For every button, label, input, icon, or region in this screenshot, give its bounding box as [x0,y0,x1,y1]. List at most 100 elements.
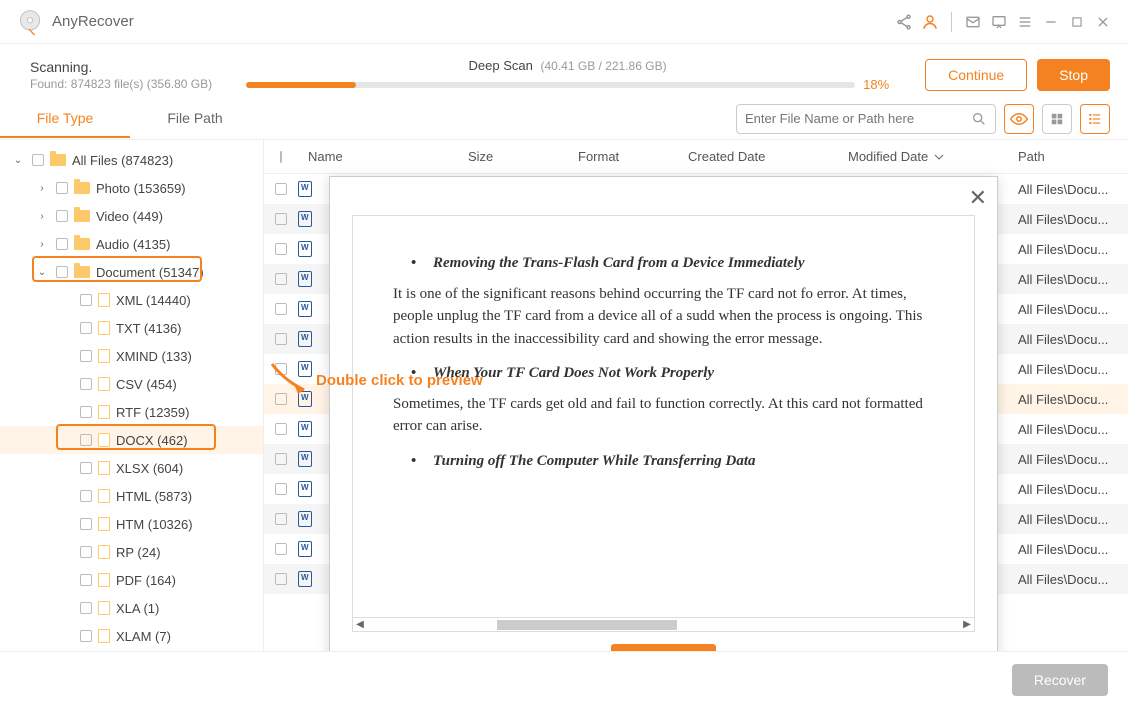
expand-icon[interactable]: ⌄ [36,266,48,278]
expand-icon[interactable]: ⌄ [12,154,24,166]
row-checkbox[interactable] [275,513,287,525]
tree-item[interactable]: XML (14440) [0,286,263,314]
expand-icon[interactable] [60,602,72,614]
expand-icon[interactable] [60,350,72,362]
col-name[interactable]: Name [298,149,458,164]
row-checkbox[interactable] [275,183,287,195]
tree-item[interactable]: TXT (4136) [0,314,263,342]
tree-label: XLA (1) [116,601,159,616]
tree-item[interactable]: ›Photo (153659) [0,174,263,202]
expand-icon[interactable]: › [36,210,48,222]
preview-scrollbar[interactable]: ◀ ▶ [353,617,974,631]
tree-item[interactable]: CSV (454) [0,370,263,398]
view-list-button[interactable] [1080,104,1110,134]
tab-filetype[interactable]: File Type [0,100,130,138]
tree-checkbox[interactable] [80,378,92,390]
expand-icon[interactable] [60,378,72,390]
tree-item[interactable]: XLA (1) [0,594,263,622]
tree-item[interactable]: DOCX (462) [0,426,263,454]
tree-checkbox[interactable] [56,266,68,278]
expand-icon[interactable] [60,434,72,446]
view-preview-button[interactable] [1004,104,1034,134]
search-icon[interactable] [971,111,987,127]
tree-checkbox[interactable] [80,462,92,474]
view-grid-button[interactable] [1042,104,1072,134]
col-created[interactable]: Created Date [678,149,838,164]
share-icon[interactable] [895,13,913,31]
tree-checkbox[interactable] [80,434,92,446]
row-checkbox[interactable] [275,333,287,345]
row-checkbox[interactable] [275,483,287,495]
tree-item[interactable]: HTML (5873) [0,482,263,510]
tree-checkbox[interactable] [80,546,92,558]
close-button[interactable] [1094,13,1112,31]
tree-checkbox[interactable] [80,518,92,530]
expand-icon[interactable]: › [36,182,48,194]
tree-item[interactable]: XLSX (604) [0,454,263,482]
search-input[interactable] [745,111,971,126]
feedback-icon[interactable] [990,13,1008,31]
expand-icon[interactable] [60,294,72,306]
mail-icon[interactable] [964,13,982,31]
minimize-button[interactable] [1042,13,1060,31]
tree-item[interactable]: XLAM (7) [0,622,263,650]
tree-checkbox[interactable] [80,490,92,502]
tree-item[interactable]: RTF (12359) [0,398,263,426]
row-path: All Files\Docu... [1008,272,1128,287]
tree-item[interactable]: ⌄Document (51347) [0,258,263,286]
expand-icon[interactable] [60,462,72,474]
expand-icon[interactable] [60,490,72,502]
tree-item[interactable]: XMIND (133) [0,342,263,370]
tree-item[interactable]: PDF (164) [0,566,263,594]
tree-item[interactable]: ⌄All Files (874823) [0,146,263,174]
scan-status: Scanning. [30,59,230,75]
row-checkbox[interactable] [275,423,287,435]
col-size[interactable]: Size [458,149,568,164]
col-path[interactable]: Path [1008,149,1128,164]
tree-item[interactable]: ›Video (449) [0,202,263,230]
tree-item[interactable]: HTM (10326) [0,510,263,538]
row-checkbox[interactable] [275,363,287,375]
tree-item[interactable]: ›Audio (4135) [0,230,263,258]
row-checkbox[interactable] [275,213,287,225]
row-checkbox[interactable] [275,393,287,405]
stop-button[interactable]: Stop [1037,59,1110,91]
tree-checkbox[interactable] [80,406,92,418]
expand-icon[interactable] [60,322,72,334]
expand-icon[interactable] [60,574,72,586]
tree-checkbox[interactable] [80,574,92,586]
expand-icon[interactable]: › [36,238,48,250]
tree-checkbox[interactable] [56,182,68,194]
search-box[interactable] [736,104,996,134]
row-checkbox[interactable] [275,573,287,585]
row-checkbox[interactable] [275,453,287,465]
preview-close-button[interactable]: ✕ [969,185,987,211]
row-checkbox[interactable] [275,243,287,255]
maximize-button[interactable] [1068,13,1086,31]
tree-checkbox[interactable] [80,602,92,614]
footer-recover-button[interactable]: Recover [1012,664,1108,696]
expand-icon[interactable] [60,630,72,642]
row-checkbox[interactable] [275,273,287,285]
user-icon[interactable] [921,13,939,31]
tab-filepath[interactable]: File Path [130,100,260,138]
row-checkbox[interactable] [275,543,287,555]
tree-checkbox[interactable] [32,154,44,166]
header-checkbox[interactable] [280,151,282,163]
col-format[interactable]: Format [568,149,678,164]
expand-icon[interactable] [60,546,72,558]
col-modified[interactable]: Modified Date [838,149,1008,164]
expand-icon[interactable] [60,406,72,418]
menu-icon[interactable] [1016,13,1034,31]
tree-checkbox[interactable] [56,210,68,222]
tree-checkbox[interactable] [80,630,92,642]
sidebar-tree[interactable]: ⌄All Files (874823)›Photo (153659)›Video… [0,140,264,651]
tree-checkbox[interactable] [80,294,92,306]
continue-button[interactable]: Continue [925,59,1027,91]
expand-icon[interactable] [60,518,72,530]
tree-item[interactable]: RP (24) [0,538,263,566]
tree-checkbox[interactable] [56,238,68,250]
tree-checkbox[interactable] [80,322,92,334]
row-checkbox[interactable] [275,303,287,315]
tree-checkbox[interactable] [80,350,92,362]
